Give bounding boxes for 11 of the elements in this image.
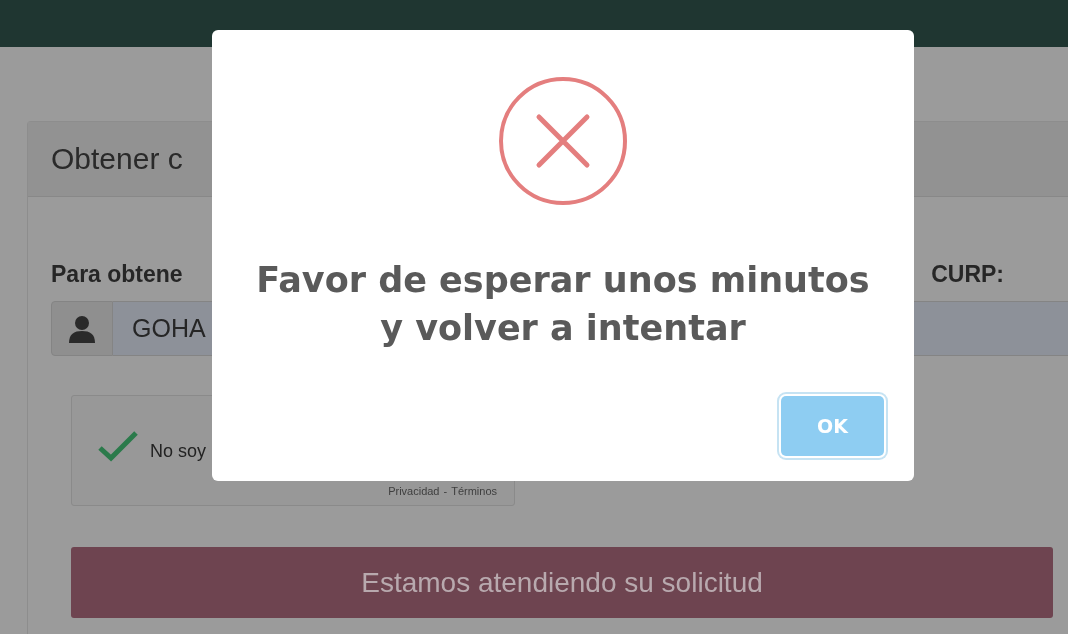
captcha-label: No soy [150, 440, 207, 462]
form-label: Para obtene [51, 260, 183, 288]
dialog-message: Favor de esperar unos minutos y volver a intentar [255, 259, 871, 350]
captcha-link[interactable]: Privacidad [388, 485, 440, 497]
error-icon [498, 76, 628, 206]
captcha-link[interactable]: Términos [451, 485, 497, 497]
panel-title: Obtener c [51, 142, 183, 176]
user-icon [69, 314, 95, 343]
form-label: CURP: [931, 260, 1004, 288]
link-separator: - [443, 485, 448, 497]
check-icon[interactable] [97, 430, 139, 462]
